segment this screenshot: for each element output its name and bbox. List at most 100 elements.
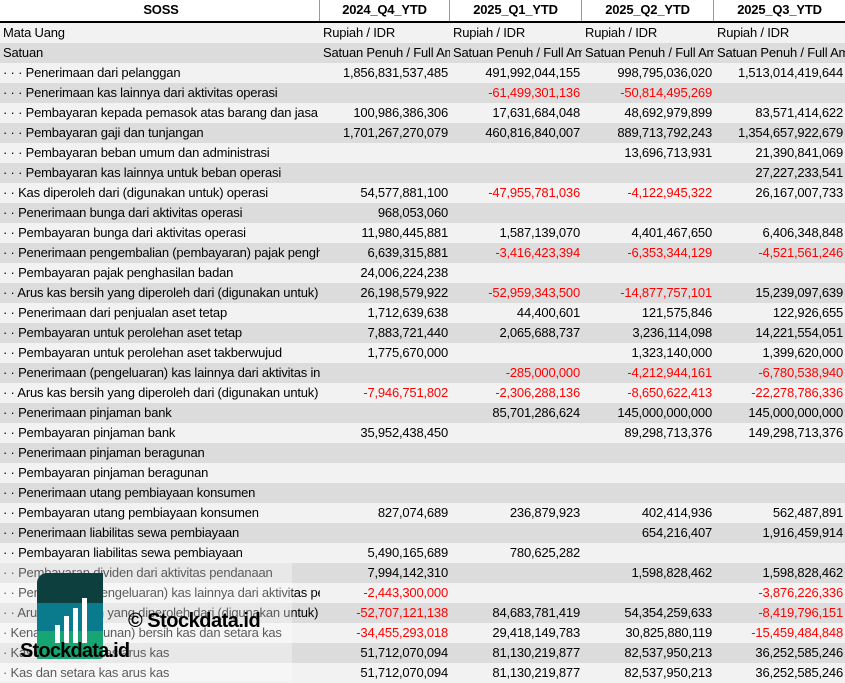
value-cell[interactable]: 24,006,224,238 xyxy=(320,263,450,283)
value-cell[interactable] xyxy=(582,163,714,183)
row-label[interactable]: · · Penerimaan pinjaman beragunan xyxy=(0,443,320,463)
value-cell[interactable]: 36,252,585,246 xyxy=(714,643,845,663)
row-label[interactable]: · · Penerimaan liabilitas sewa pembiayaa… xyxy=(0,523,320,543)
row-label[interactable]: · · Pembayaran liabilitas sewa pembiayaa… xyxy=(0,543,320,563)
value-cell[interactable] xyxy=(450,423,582,443)
row-label[interactable]: Mata Uang xyxy=(0,23,320,43)
row-label[interactable]: · · Pembayaran pinjaman beragunan xyxy=(0,463,320,483)
value-cell[interactable] xyxy=(450,443,582,463)
value-cell[interactable]: 122,926,655 xyxy=(714,303,845,323)
value-cell[interactable]: 83,571,414,622 xyxy=(714,103,845,123)
value-cell[interactable] xyxy=(450,563,582,583)
value-cell[interactable]: -2,306,288,136 xyxy=(450,383,582,403)
value-cell[interactable]: 1,513,014,419,644 xyxy=(714,63,845,83)
header-period[interactable]: 2025_Q3_YTD xyxy=(714,0,845,21)
value-cell[interactable] xyxy=(714,263,845,283)
value-cell[interactable]: 7,994,142,310 xyxy=(320,563,450,583)
row-label[interactable]: · · Pembayaran untuk perolehan aset takb… xyxy=(0,343,320,363)
value-cell[interactable] xyxy=(582,483,714,503)
row-label[interactable]: · · · Pembayaran kepada pemasok atas bar… xyxy=(0,103,320,123)
value-cell[interactable]: 402,414,936 xyxy=(582,503,714,523)
row-label[interactable]: · · · Penerimaan kas lainnya dari aktivi… xyxy=(0,83,320,103)
value-cell[interactable] xyxy=(450,203,582,223)
value-cell[interactable]: -285,000,000 xyxy=(450,363,582,383)
value-cell[interactable]: 27,227,233,541 xyxy=(714,163,845,183)
value-cell[interactable]: -4,212,944,161 xyxy=(582,363,714,383)
value-cell[interactable]: 82,537,950,213 xyxy=(582,643,714,663)
value-cell[interactable] xyxy=(582,203,714,223)
value-cell[interactable]: 48,692,979,899 xyxy=(582,103,714,123)
value-cell[interactable]: 149,298,713,376 xyxy=(714,423,845,443)
value-cell[interactable] xyxy=(714,83,845,103)
value-cell[interactable]: 54,577,881,100 xyxy=(320,183,450,203)
value-cell[interactable]: 54,354,259,633 xyxy=(582,603,714,623)
value-cell[interactable]: -14,877,757,101 xyxy=(582,283,714,303)
value-cell[interactable]: -47,955,781,036 xyxy=(450,183,582,203)
row-label[interactable]: · · Arus kas bersih yang diperoleh dari … xyxy=(0,383,320,403)
value-cell[interactable]: 6,639,315,881 xyxy=(320,243,450,263)
value-cell[interactable] xyxy=(714,443,845,463)
row-label[interactable]: · · Pembayaran utang pembiayaan konsumen xyxy=(0,503,320,523)
value-cell[interactable]: 827,074,689 xyxy=(320,503,450,523)
value-cell[interactable]: 1,856,831,537,485 xyxy=(320,63,450,83)
row-label[interactable]: · · · Pembayaran gaji dan tunjangan xyxy=(0,123,320,143)
value-cell[interactable]: 14,221,554,051 xyxy=(714,323,845,343)
value-cell[interactable]: 13,696,713,931 xyxy=(582,143,714,163)
value-cell[interactable]: 121,575,846 xyxy=(582,303,714,323)
value-cell[interactable]: 51,712,070,094 xyxy=(320,643,450,663)
value-cell[interactable]: 36,252,585,246 xyxy=(714,663,845,683)
row-label[interactable]: · · Penerimaan pinjaman bank xyxy=(0,403,320,423)
value-cell[interactable] xyxy=(450,263,582,283)
value-cell[interactable]: 30,825,880,119 xyxy=(582,623,714,643)
value-cell[interactable] xyxy=(450,523,582,543)
value-cell[interactable] xyxy=(714,483,845,503)
value-cell[interactable] xyxy=(320,163,450,183)
value-cell[interactable] xyxy=(320,403,450,423)
row-label[interactable]: · · Pembayaran pinjaman bank xyxy=(0,423,320,443)
value-cell[interactable] xyxy=(450,163,582,183)
value-cell[interactable]: -34,455,293,018 xyxy=(320,623,450,643)
value-cell[interactable]: -6,780,538,940 xyxy=(714,363,845,383)
header-period[interactable]: 2025_Q2_YTD xyxy=(582,0,714,21)
value-cell[interactable] xyxy=(450,463,582,483)
value-cell[interactable]: Rupiah / IDR xyxy=(320,23,450,43)
value-cell[interactable]: 84,683,781,419 xyxy=(450,603,582,623)
row-label[interactable]: · · Penerimaan dari penjualan aset tetap xyxy=(0,303,320,323)
row-label[interactable]: · · Arus kas bersih yang diperoleh dari … xyxy=(0,283,320,303)
value-cell[interactable]: 26,167,007,733 xyxy=(714,183,845,203)
value-cell[interactable] xyxy=(582,443,714,463)
value-cell[interactable]: 81,130,219,877 xyxy=(450,663,582,683)
value-cell[interactable]: 145,000,000,000 xyxy=(714,403,845,423)
value-cell[interactable]: 1,598,828,462 xyxy=(582,563,714,583)
row-label[interactable]: · · · Penerimaan dari pelanggan xyxy=(0,63,320,83)
value-cell[interactable] xyxy=(320,363,450,383)
value-cell[interactable]: -22,278,786,336 xyxy=(714,383,845,403)
row-label[interactable]: · · Pembayaran untuk perolehan aset teta… xyxy=(0,323,320,343)
value-cell[interactable]: Satuan Penuh / Full Amount xyxy=(320,43,450,63)
value-cell[interactable]: 1,323,140,000 xyxy=(582,343,714,363)
value-cell[interactable]: 82,537,950,213 xyxy=(582,663,714,683)
value-cell[interactable]: 51,712,070,094 xyxy=(320,663,450,683)
row-label[interactable]: · · · Pembayaran beban umum dan administ… xyxy=(0,143,320,163)
value-cell[interactable]: 35,952,438,450 xyxy=(320,423,450,443)
value-cell[interactable]: 1,712,639,638 xyxy=(320,303,450,323)
row-label[interactable]: · · Pembayaran pajak penghasilan badan xyxy=(0,263,320,283)
value-cell[interactable]: -8,419,796,151 xyxy=(714,603,845,623)
row-label[interactable]: · · Penerimaan (pengeluaran) kas lainnya… xyxy=(0,363,320,383)
value-cell[interactable] xyxy=(450,343,582,363)
row-label[interactable]: · · · Pembayaran kas lainnya untuk beban… xyxy=(0,163,320,183)
value-cell[interactable]: Satuan Penuh / Full Amount xyxy=(714,43,845,63)
value-cell[interactable]: 85,701,286,624 xyxy=(450,403,582,423)
row-label[interactable]: · · Kas diperoleh dari (digunakan untuk)… xyxy=(0,183,320,203)
value-cell[interactable]: 7,883,721,440 xyxy=(320,323,450,343)
row-label[interactable]: · Kas dan setara kas arus kas xyxy=(0,663,320,683)
value-cell[interactable] xyxy=(714,463,845,483)
header-period[interactable]: 2024_Q4_YTD xyxy=(320,0,450,21)
value-cell[interactable]: 44,400,601 xyxy=(450,303,582,323)
header-title[interactable]: SOSS xyxy=(0,0,320,21)
value-cell[interactable]: 1,775,670,000 xyxy=(320,343,450,363)
row-label[interactable]: Satuan xyxy=(0,43,320,63)
value-cell[interactable]: 29,418,149,783 xyxy=(450,623,582,643)
value-cell[interactable]: Rupiah / IDR xyxy=(714,23,845,43)
row-label[interactable]: · · Penerimaan pengembalian (pembayaran)… xyxy=(0,243,320,263)
